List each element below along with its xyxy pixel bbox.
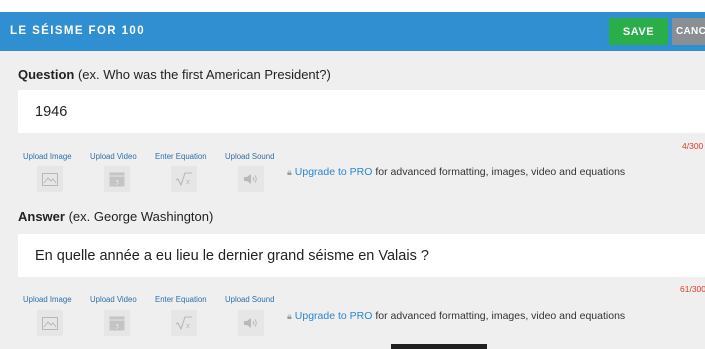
answer-char-counter: 61/300 — [680, 284, 705, 294]
question-upload-video-button[interactable]: 3 — [104, 166, 130, 192]
sound-icon — [244, 174, 257, 184]
cancel-button[interactable]: CANCEL — [672, 18, 705, 45]
question-char-counter: 4/300 — [682, 141, 704, 151]
question-enter-equation-label[interactable]: Enter Equation — [155, 152, 207, 161]
question-input[interactable]: 1946 — [18, 90, 705, 133]
answer-upgrade-text: for advanced formatting, images, video a… — [372, 310, 626, 322]
svg-text:3: 3 — [115, 323, 119, 330]
lock-icon: 🔒︎ — [287, 167, 292, 177]
svg-text:x: x — [186, 322, 190, 330]
image-icon — [42, 316, 58, 330]
question-upgrade-text: for advanced formatting, images, video a… — [372, 166, 626, 178]
equation-icon: x — [175, 316, 192, 330]
answer-label-hint: (ex. George Washington) — [64, 209, 214, 224]
question-upload-video-label[interactable]: Upload Video — [90, 152, 137, 161]
equation-icon: x — [175, 172, 192, 186]
header-bar: LE SÉISME FOR 100 SAVE CANCEL — [0, 12, 705, 51]
bottom-toolbar-edge — [391, 344, 487, 349]
question-upload-image-button[interactable] — [37, 166, 63, 192]
answer-upload-video-button[interactable]: 3 — [104, 310, 130, 336]
answer-upload-image-label[interactable]: Upload Image — [23, 295, 72, 304]
answer-upload-image-button[interactable] — [37, 310, 63, 336]
svg-text:x: x — [186, 178, 190, 186]
question-upgrade-notice: 🔒︎ Upgrade to PRO for advanced formatting… — [287, 166, 625, 178]
question-label: Question (ex. Who was the first American… — [18, 67, 331, 82]
page-title: LE SÉISME FOR 100 — [10, 25, 145, 37]
question-enter-equation-button[interactable]: x — [171, 166, 197, 192]
sound-icon — [244, 318, 257, 328]
answer-upload-sound-button[interactable] — [238, 310, 264, 336]
answer-label: Answer (ex. George Washington) — [18, 209, 213, 224]
answer-enter-equation-label[interactable]: Enter Equation — [155, 295, 207, 304]
image-icon — [42, 172, 58, 186]
video-icon: 3 — [109, 172, 125, 186]
question-upload-sound-label[interactable]: Upload Sound — [225, 152, 274, 161]
save-button[interactable]: SAVE — [609, 18, 668, 45]
answer-upgrade-notice: 🔒︎ Upgrade to PRO for advanced formatting… — [287, 310, 625, 322]
question-upload-image-label[interactable]: Upload Image — [23, 152, 72, 161]
question-upgrade-link[interactable]: Upgrade to PRO — [295, 166, 373, 178]
answer-upload-sound-label[interactable]: Upload Sound — [225, 295, 274, 304]
lock-icon: 🔒︎ — [287, 311, 292, 321]
answer-enter-equation-button[interactable]: x — [171, 310, 197, 336]
answer-input[interactable]: En quelle année a eu lieu le dernier gra… — [18, 234, 705, 277]
svg-text:3: 3 — [115, 179, 119, 186]
card-editor: Question (ex. Who was the first American… — [0, 51, 705, 349]
answer-upload-video-label[interactable]: Upload Video — [90, 295, 137, 304]
answer-label-bold: Answer — [18, 209, 65, 224]
video-icon: 3 — [109, 316, 125, 330]
question-label-bold: Question — [18, 67, 75, 82]
answer-upgrade-link[interactable]: Upgrade to PRO — [295, 310, 373, 322]
question-upload-sound-button[interactable] — [238, 166, 264, 192]
question-label-hint: (ex. Who was the first American Presiden… — [74, 67, 331, 82]
